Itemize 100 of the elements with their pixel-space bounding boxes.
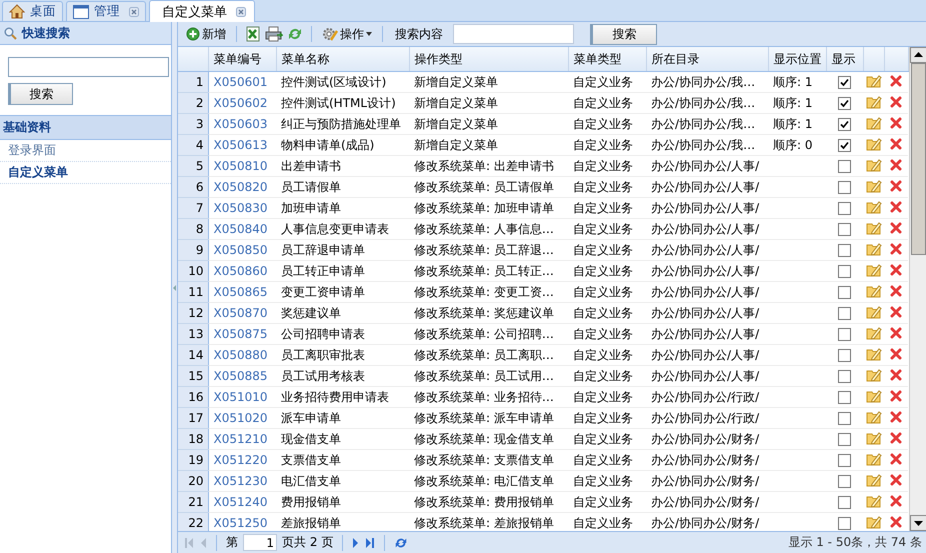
- checkbox[interactable]: [838, 223, 851, 236]
- edit-icon[interactable]: [866, 262, 882, 276]
- checkbox[interactable]: [838, 391, 851, 404]
- edit-icon[interactable]: [866, 472, 882, 486]
- column-header[interactable]: 操作类型: [409, 47, 568, 72]
- refresh-icon[interactable]: [287, 26, 303, 42]
- delete-icon[interactable]: [890, 200, 902, 212]
- delete-icon[interactable]: [890, 96, 902, 108]
- checkbox[interactable]: [838, 433, 851, 446]
- table-cell: 人事信息变更申请表: [276, 218, 409, 240]
- edit-icon[interactable]: [866, 178, 882, 192]
- sidebar-item[interactable]: 自定义菜单: [0, 162, 171, 184]
- delete-icon[interactable]: [890, 348, 902, 360]
- checkbox[interactable]: [838, 412, 851, 426]
- delete-icon[interactable]: [890, 326, 902, 338]
- column-header[interactable]: 显示: [826, 47, 863, 72]
- tab[interactable]: 管理: [66, 1, 146, 21]
- delete-icon[interactable]: [890, 516, 902, 528]
- checkbox[interactable]: [838, 97, 851, 110]
- edit-icon[interactable]: [866, 158, 882, 172]
- edit-icon[interactable]: [866, 220, 882, 234]
- edit-icon[interactable]: [866, 116, 882, 130]
- checkbox[interactable]: [838, 202, 851, 216]
- edit-icon[interactable]: [866, 136, 882, 150]
- delete-icon[interactable]: [890, 284, 902, 296]
- scrollbar[interactable]: [908, 47, 926, 531]
- close-icon[interactable]: [129, 6, 139, 16]
- edit-icon[interactable]: [866, 410, 882, 424]
- actions-button[interactable]: 操作: [320, 24, 374, 44]
- delete-icon[interactable]: [890, 306, 902, 318]
- edit-icon[interactable]: [866, 94, 882, 108]
- section-header[interactable]: 基础资料: [0, 116, 171, 140]
- checkbox[interactable]: [838, 286, 851, 300]
- checkbox[interactable]: [838, 517, 851, 530]
- excel-icon[interactable]: [245, 26, 261, 42]
- checkbox[interactable]: [838, 160, 851, 174]
- edit-icon[interactable]: [866, 74, 882, 88]
- delete-icon[interactable]: [890, 138, 902, 150]
- delete-icon[interactable]: [890, 74, 902, 86]
- delete-icon[interactable]: [890, 390, 902, 402]
- edit-icon[interactable]: [866, 346, 882, 360]
- edit-icon[interactable]: [866, 242, 882, 256]
- next-page-icon[interactable]: [352, 536, 360, 548]
- checkbox[interactable]: [838, 328, 851, 342]
- page-field[interactable]: 1: [243, 534, 277, 551]
- scroll-up-icon[interactable]: [910, 47, 926, 63]
- delete-icon[interactable]: [890, 494, 902, 506]
- checkbox[interactable]: [838, 118, 851, 132]
- sidebar-item[interactable]: 登录界面: [0, 140, 171, 162]
- search-button[interactable]: 搜索: [590, 24, 657, 44]
- delete-icon[interactable]: [890, 116, 902, 128]
- tab[interactable]: 桌面: [2, 1, 63, 21]
- search-button[interactable]: 搜索: [8, 83, 73, 105]
- delete-icon[interactable]: [890, 264, 902, 276]
- checkbox[interactable]: [838, 370, 851, 384]
- row-number: 2: [178, 92, 208, 114]
- checkbox[interactable]: [838, 454, 851, 468]
- column-header[interactable]: 所在目录: [646, 47, 768, 72]
- refresh-icon[interactable]: [394, 536, 408, 550]
- edit-icon[interactable]: [866, 494, 882, 508]
- column-header[interactable]: 菜单类型: [568, 47, 646, 72]
- checkbox[interactable]: [838, 139, 851, 152]
- edit-icon[interactable]: [866, 452, 882, 466]
- delete-icon[interactable]: [890, 474, 902, 486]
- checkbox[interactable]: [838, 349, 851, 362]
- print-icon[interactable]: [265, 26, 283, 42]
- checkbox[interactable]: [838, 244, 851, 258]
- table-cell: 支票借支单: [276, 450, 409, 470]
- delete-icon[interactable]: [890, 368, 902, 380]
- checkbox[interactable]: [838, 265, 851, 278]
- edit-icon[interactable]: [866, 284, 882, 298]
- checkbox[interactable]: [838, 76, 851, 90]
- add-button[interactable]: 新增: [184, 24, 228, 44]
- edit-icon[interactable]: [866, 430, 882, 444]
- edit-icon[interactable]: [866, 326, 882, 340]
- edit-icon[interactable]: [866, 368, 882, 382]
- last-page-icon[interactable]: [365, 536, 376, 548]
- checkbox[interactable]: [838, 475, 851, 488]
- delete-icon[interactable]: [890, 410, 902, 422]
- checkbox[interactable]: [838, 307, 851, 320]
- column-header[interactable]: 显示位置: [768, 47, 826, 72]
- delete-icon[interactable]: [890, 180, 902, 192]
- delete-icon[interactable]: [890, 222, 902, 234]
- column-header[interactable]: 菜单编号: [208, 47, 276, 72]
- scroll-down-icon[interactable]: [910, 515, 926, 531]
- delete-icon[interactable]: [890, 242, 902, 254]
- search-field[interactable]: [453, 24, 574, 44]
- edit-icon[interactable]: [866, 388, 882, 402]
- edit-icon[interactable]: [866, 304, 882, 318]
- column-header[interactable]: 菜单名称: [276, 47, 409, 72]
- checkbox[interactable]: [838, 181, 851, 194]
- tab[interactable]: 自定义菜单: [149, 0, 255, 22]
- edit-icon[interactable]: [866, 514, 882, 528]
- delete-icon[interactable]: [890, 158, 902, 170]
- delete-icon[interactable]: [890, 432, 902, 444]
- search-field[interactable]: [8, 57, 169, 77]
- close-icon[interactable]: [236, 6, 246, 16]
- delete-icon[interactable]: [890, 452, 902, 464]
- checkbox[interactable]: [838, 496, 851, 510]
- edit-icon[interactable]: [866, 200, 882, 214]
